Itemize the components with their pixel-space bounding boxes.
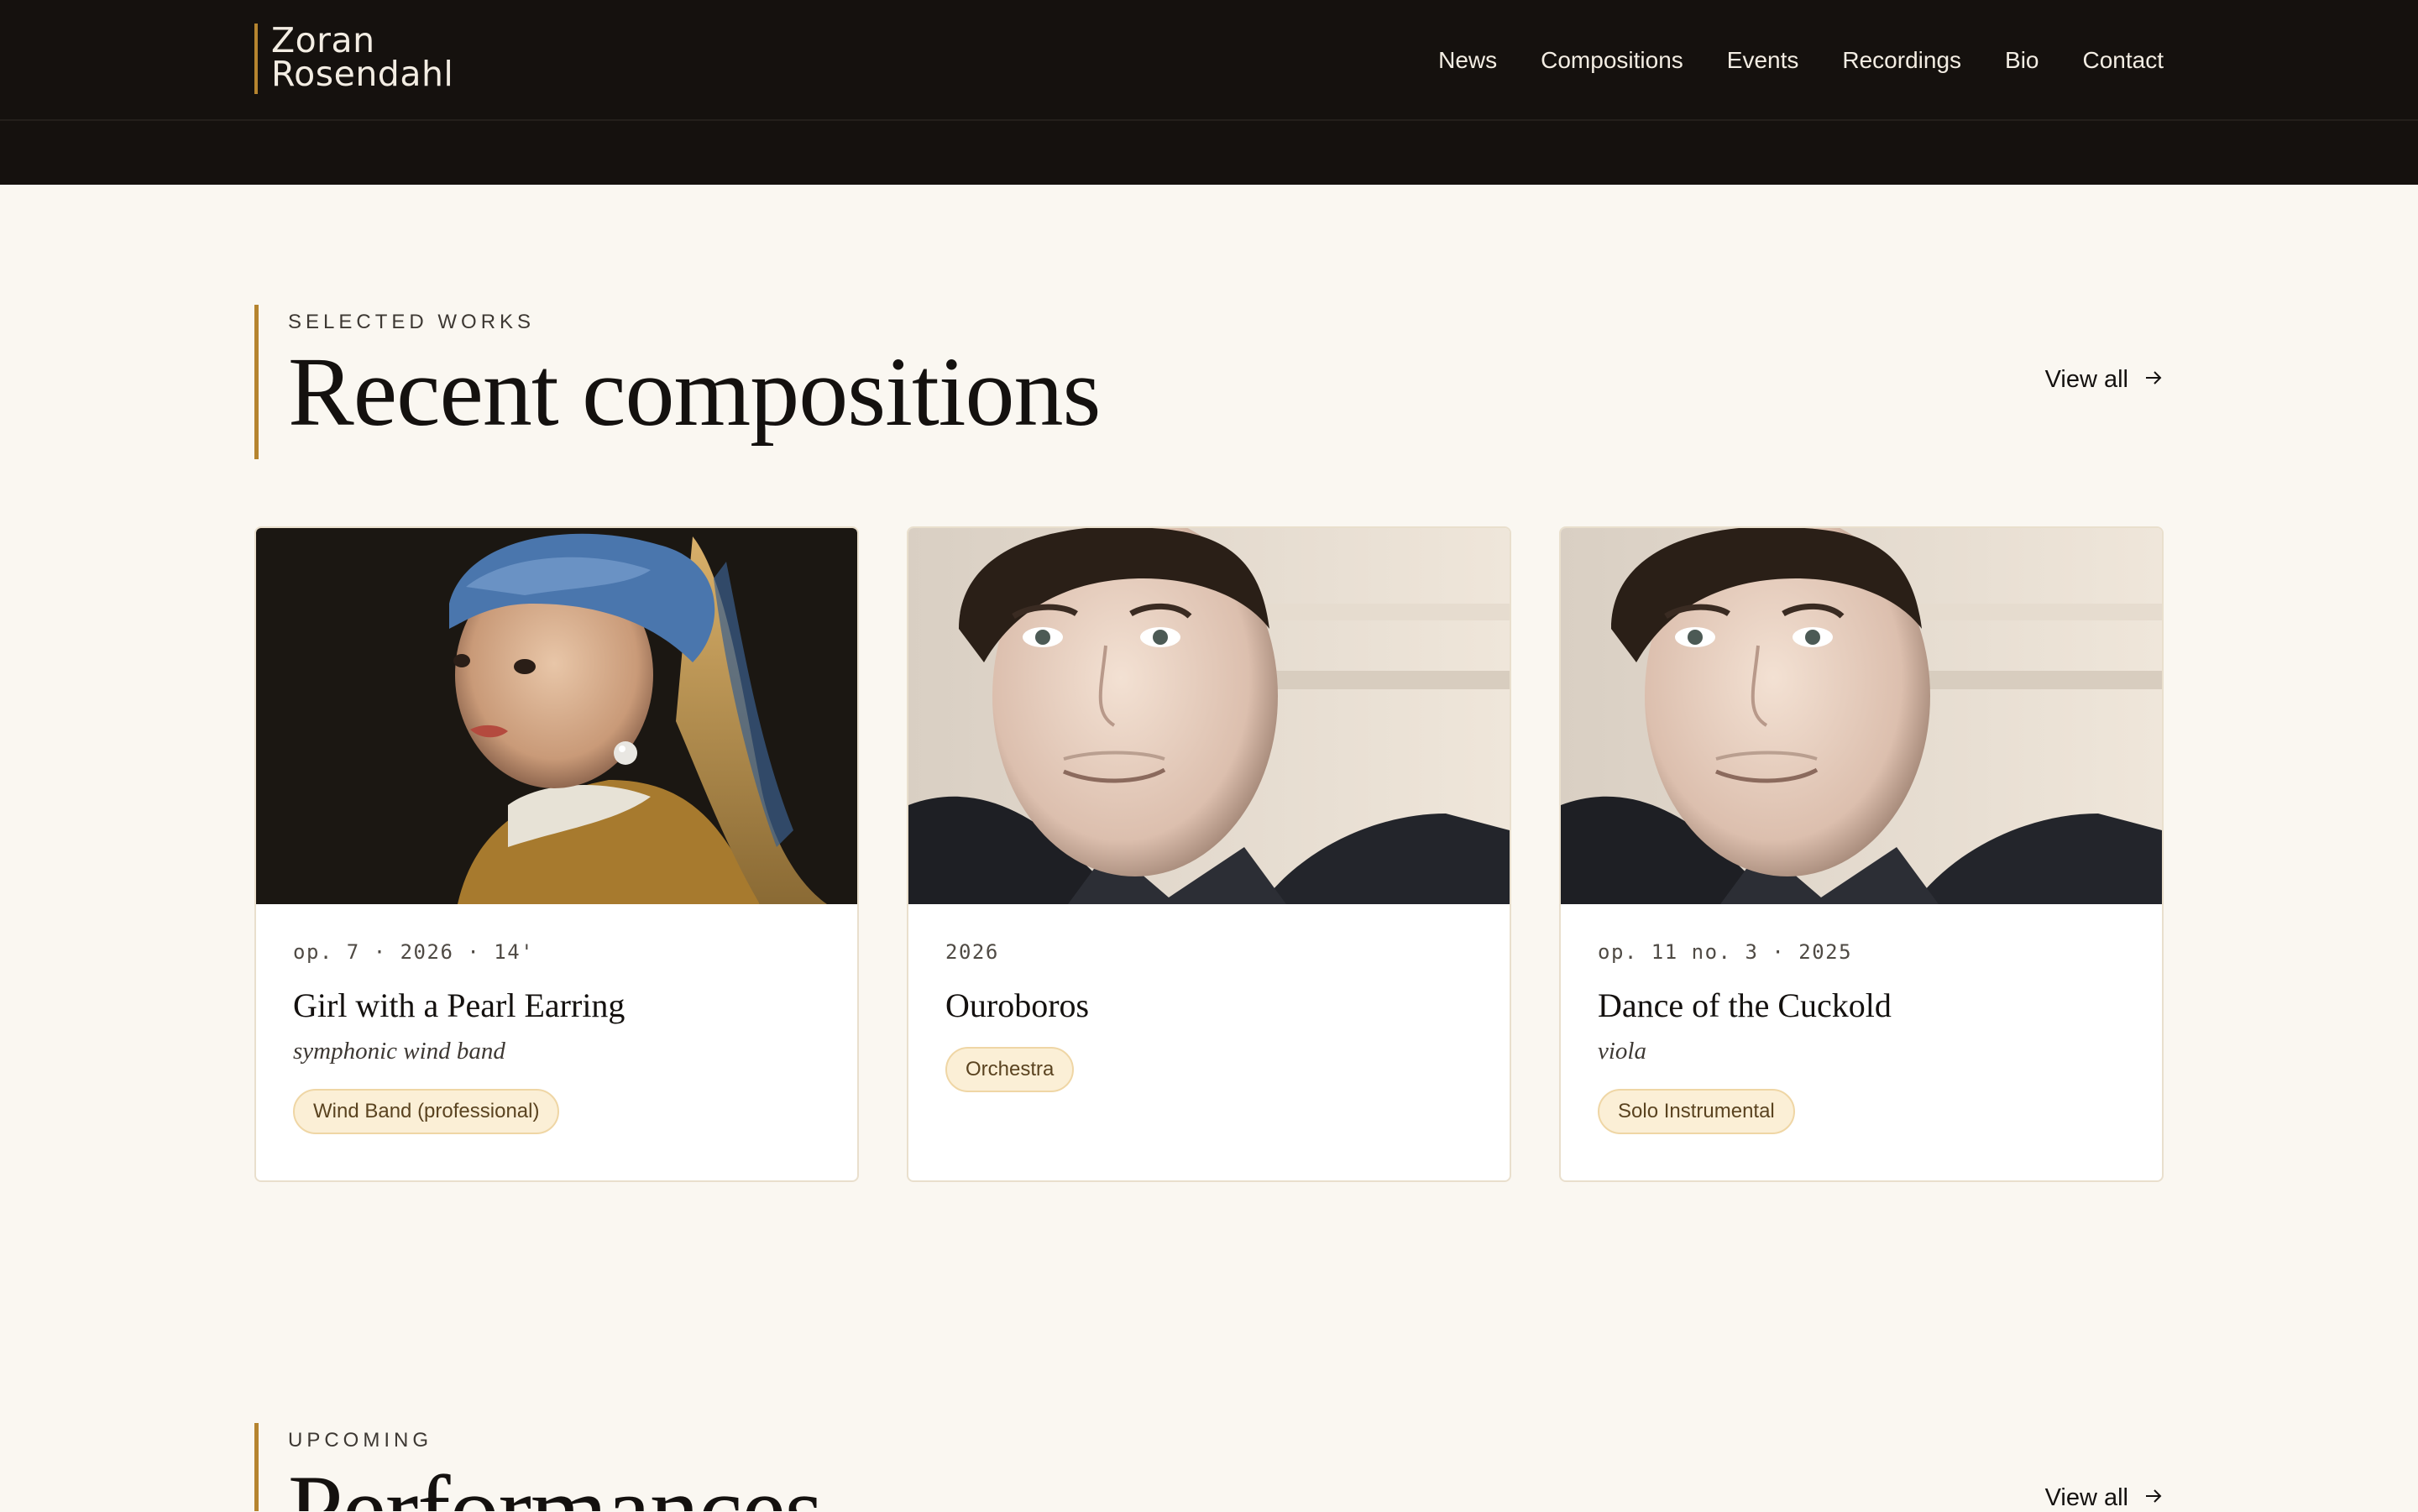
nav-events[interactable]: Events (1727, 44, 1799, 77)
card-image-portrait (1561, 528, 2162, 904)
compositions-grid: op. 7 · 2026 · 14' Girl with a Pearl Ear… (254, 526, 2164, 1182)
card-instrumentation: symphonic wind band (293, 1038, 505, 1065)
site-logo[interactable]: Zoran Rosendahl (254, 24, 453, 94)
nav-recordings[interactable]: Recordings (1842, 44, 1961, 77)
view-all-label: View all (2044, 1484, 2128, 1511)
card-body: 2026 Ouroboros Orchestra (945, 939, 1476, 1092)
card-image-painting (256, 528, 857, 904)
arrow-right-icon (2143, 367, 2164, 394)
works-view-all-link[interactable]: View all (2045, 366, 2164, 394)
composition-card[interactable]: op. 7 · 2026 · 14' Girl with a Pearl Ear… (254, 526, 859, 1182)
composition-card[interactable]: 2026 Ouroboros Orchestra (907, 526, 1511, 1182)
composition-card[interactable]: op. 11 no. 3 · 2025 Dance of the Cuckold… (1559, 526, 2164, 1182)
works-title: Recent compositions (288, 337, 1101, 447)
card-image-portrait (908, 528, 1510, 904)
performances-view-all-link[interactable]: View all (2045, 1484, 2164, 1512)
performances-heading: UPCOMING Performances (254, 1423, 823, 1511)
genre-tag[interactable]: Wind Band (professional) (293, 1089, 560, 1134)
card-meta: 2026 (945, 940, 999, 964)
genre-tag[interactable]: Solo Instrumental (1598, 1089, 1795, 1134)
main-nav: News Compositions Events Recordings Bio … (1438, 44, 2164, 77)
card-body: op. 11 no. 3 · 2025 Dance of the Cuckold… (1598, 939, 2128, 1134)
card-meta: op. 11 no. 3 · 2025 (1598, 940, 1853, 964)
performances-eyebrow: UPCOMING (288, 1429, 432, 1452)
hero-band (0, 121, 2418, 185)
nav-news[interactable]: News (1438, 44, 1497, 77)
logo-first-name: Zoran (271, 20, 375, 60)
view-all-label: View all (2044, 366, 2128, 393)
logo-last-name: Rosendahl (271, 54, 454, 94)
card-meta: op. 7 · 2026 · 14' (293, 940, 535, 964)
card-title[interactable]: Dance of the Cuckold (1598, 986, 2128, 1025)
site-header: Zoran Rosendahl News Compositions Events… (0, 0, 2418, 121)
arrow-right-icon (2143, 1485, 2164, 1512)
performances-title: Performances (288, 1455, 823, 1512)
nav-compositions[interactable]: Compositions (1541, 44, 1683, 77)
card-instrumentation: viola (1598, 1038, 1646, 1065)
works-heading: SELECTED WORKS Recent compositions (254, 305, 1101, 459)
card-title[interactable]: Girl with a Pearl Earring (293, 986, 824, 1025)
works-eyebrow: SELECTED WORKS (288, 311, 536, 333)
nav-contact[interactable]: Contact (2083, 44, 2164, 77)
nav-bio[interactable]: Bio (2005, 44, 2039, 77)
card-title[interactable]: Ouroboros (945, 986, 1476, 1025)
card-body: op. 7 · 2026 · 14' Girl with a Pearl Ear… (293, 939, 824, 1134)
genre-tag[interactable]: Orchestra (945, 1047, 1075, 1092)
